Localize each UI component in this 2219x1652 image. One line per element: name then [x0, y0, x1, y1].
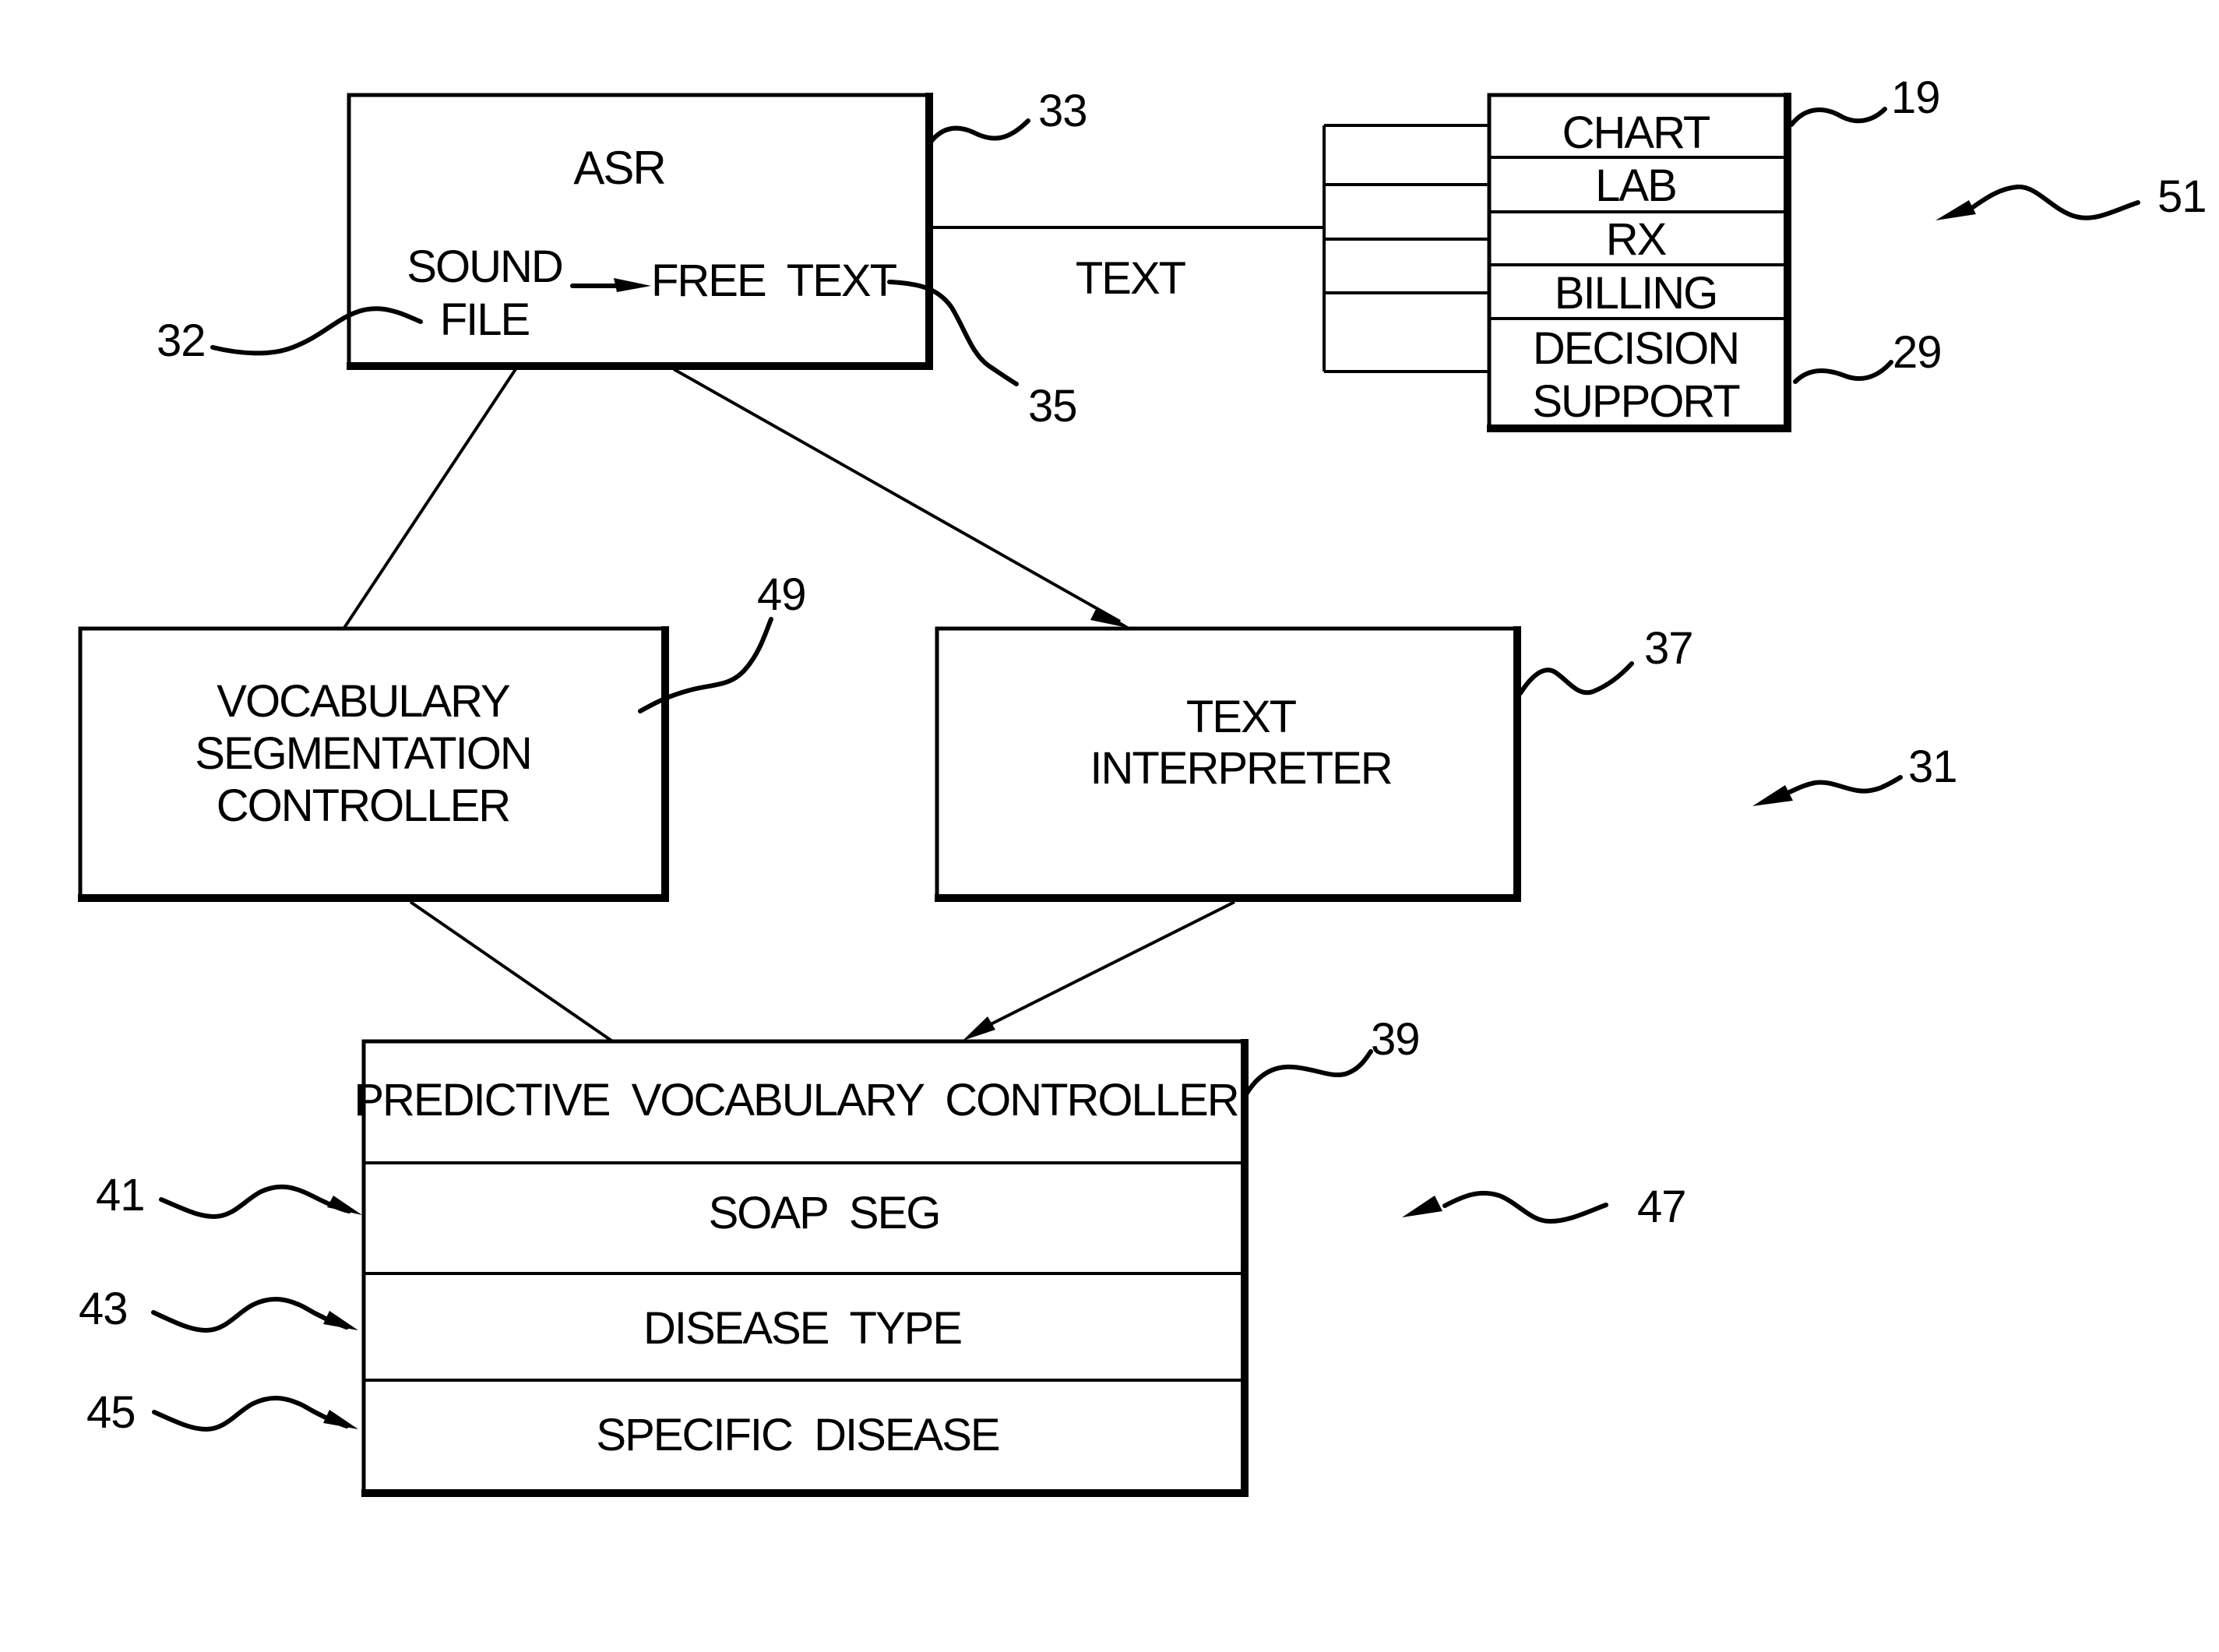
ref-29: 29	[1893, 327, 1942, 378]
vocab-seg-label-line3: CONTROLLER	[217, 780, 510, 831]
vocab-seg-controller-block: VOCABULARY SEGMENTATION CONTROLLER	[78, 626, 669, 902]
output-item-decision-support-line1: DECISION	[1533, 323, 1738, 374]
ref-47: 47	[1637, 1182, 1686, 1232]
ref-32: 32	[157, 315, 206, 366]
predictive-vocabulary-stack: PREDICTIVE VOCABULARY CONTROLLER SOAP SE…	[354, 1039, 1249, 1497]
asr-block: ASR SOUND FILE FREE TEXT	[347, 93, 933, 370]
predictive-row-controller: PREDICTIVE VOCABULARY CONTROLLER	[354, 1075, 1238, 1125]
ref-51-arrowhead-icon	[1935, 200, 1976, 220]
asr-to-vocab-seg-line	[343, 368, 517, 629]
ref-19-leader	[1789, 107, 1887, 127]
output-item-decision-support-line2: SUPPORT	[1532, 376, 1740, 427]
free-text-label: FREE TEXT	[651, 255, 897, 306]
ref-49: 49	[757, 569, 806, 620]
vocab-seg-label-line1: VOCABULARY	[217, 676, 510, 727]
output-item-lab: LAB	[1595, 160, 1676, 211]
text-link-label: TEXT	[1076, 253, 1186, 304]
text-interpreter-to-predictive-line	[974, 900, 1235, 1034]
ref-43-leader	[151, 1297, 349, 1333]
ref-41: 41	[96, 1170, 145, 1221]
asr-title: ASR	[573, 142, 664, 194]
ref-31: 31	[1908, 741, 1957, 792]
output-item-chart: CHART	[1562, 107, 1710, 158]
ref-51: 51	[2157, 171, 2207, 222]
predictive-row-disease-type: DISEASE TYPE	[643, 1303, 961, 1354]
sound-file-label-line2: FILE	[440, 294, 530, 345]
text-interpreter-block: TEXT INTERPRETER	[935, 626, 1521, 902]
text-interpreter-label-line2: INTERPRETER	[1090, 743, 1391, 794]
ref-51-leader	[1968, 184, 2140, 220]
ref-39: 39	[1371, 1014, 1420, 1065]
ref-37: 37	[1644, 623, 1693, 674]
output-stack: CHART LAB RX BILLING DECISION SUPPORT	[1487, 93, 1791, 432]
ref-45-leader	[152, 1396, 349, 1432]
ref-33-leader	[929, 118, 1030, 143]
output-item-billing: BILLING	[1555, 268, 1717, 319]
output-item-rx: RX	[1606, 214, 1667, 265]
ref-31-leader	[1785, 775, 1903, 795]
ref-29-leader	[1793, 360, 1893, 384]
text-interpreter-to-predictive-arrowhead-icon	[963, 1016, 995, 1041]
sound-file-label-line1: SOUND	[407, 241, 562, 292]
ref-41-leader	[159, 1184, 351, 1220]
ref-35: 35	[1028, 381, 1077, 431]
predictive-row-specific-disease: SPECIFIC DISEASE	[596, 1410, 999, 1460]
ref-39-leader	[1244, 1049, 1373, 1097]
vocab-seg-label-line2: SEGMENTATION	[195, 728, 530, 779]
ref-43: 43	[79, 1284, 128, 1334]
ref-47-leader	[1442, 1190, 1608, 1224]
ref-33: 33	[1038, 86, 1087, 136]
ref-47-arrowhead-icon	[1402, 1196, 1442, 1217]
predictive-row-soap-seg: SOAP SEG	[709, 1188, 940, 1238]
text-interpreter-label-line1: TEXT	[1186, 692, 1297, 742]
ref-45: 45	[86, 1387, 136, 1438]
asr-box	[347, 93, 932, 368]
ref-19: 19	[1891, 72, 1940, 123]
output-bracket	[1323, 124, 1489, 373]
ref-37-leader	[1518, 661, 1634, 696]
patent-block-diagram: ASR SOUND FILE FREE TEXT 33 32 35 TEXT C…	[78, 72, 2207, 1497]
asr-to-text-interpreter-arrowhead-icon	[1090, 608, 1132, 629]
vocab-seg-to-predictive-line	[409, 900, 613, 1042]
ref-31-arrowhead-icon	[1752, 785, 1793, 806]
